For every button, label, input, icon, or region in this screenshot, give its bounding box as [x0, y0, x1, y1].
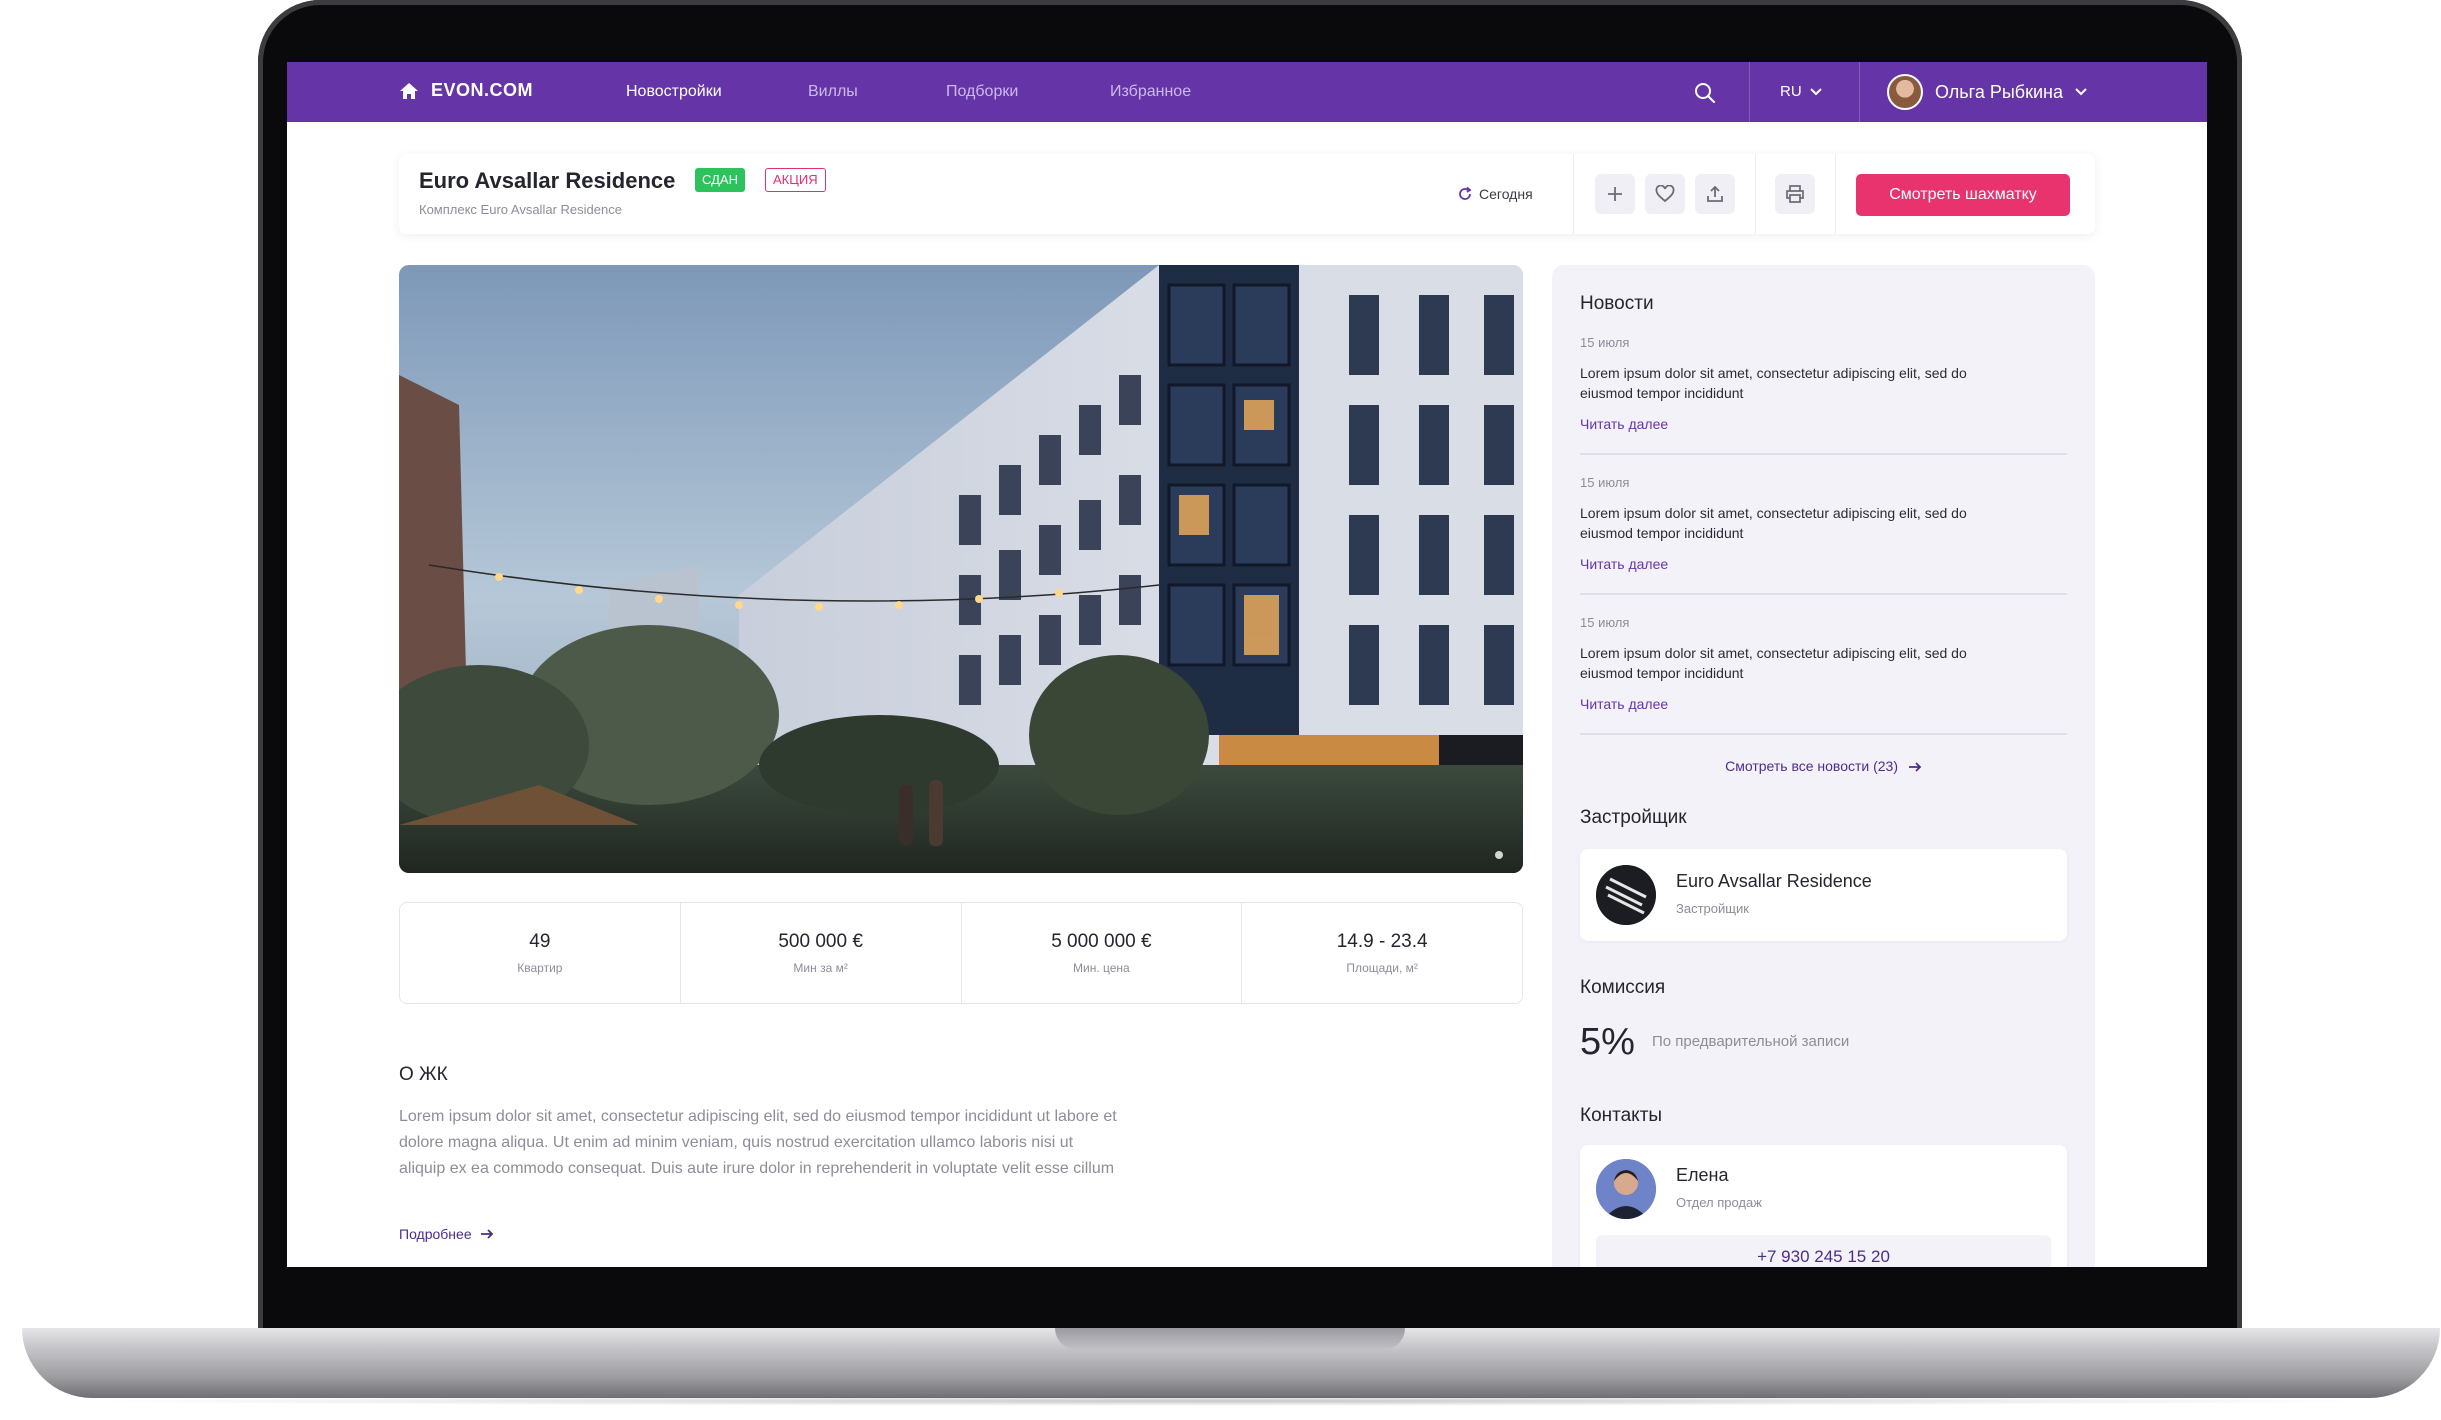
plus-icon	[1608, 187, 1622, 201]
logo[interactable]: EVON.COM	[399, 80, 533, 101]
news-date: 15 июля	[1580, 615, 1630, 630]
top-navigation: EVON.COM Новостройки Виллы Подборки Избр…	[287, 62, 2207, 122]
user-avatar	[1887, 74, 1923, 110]
commission-heading: Комиссия	[1580, 977, 1666, 998]
stat-areas: 14.9 - 23.4 Площади, м²	[1242, 903, 1522, 1003]
user-name: Ольга Рыбкина	[1935, 81, 2063, 102]
refresh-icon	[1459, 186, 1472, 200]
toolbar-divider	[1755, 154, 1756, 234]
upload-icon	[1707, 185, 1723, 202]
toolbar-divider	[1835, 154, 1836, 234]
stat-value: 5 000 000 €	[1051, 931, 1152, 952]
sidebar: Новости 15 июля Lorem ipsum dolor sit am…	[1552, 265, 2095, 1267]
about-text: Lorem ipsum dolor sit amet, consectetur …	[399, 1108, 1117, 1177]
status-badge: СДАН	[695, 168, 745, 192]
toolbar-divider	[1573, 154, 1574, 234]
favorite-button[interactable]	[1645, 174, 1685, 214]
about-heading: О ЖК	[399, 1064, 448, 1085]
developer-role: Застройщик	[1676, 901, 1749, 916]
contact-avatar	[1596, 1159, 1656, 1219]
logo-text: EVON.COM	[431, 80, 534, 100]
stat-min-price: 5 000 000 € Мин. цена	[962, 903, 1243, 1003]
stats-panel: 49 Квартир 500 000 € Мин за м² 5 000 000…	[399, 902, 1523, 1004]
news-heading: Новости	[1580, 293, 1654, 314]
developer-card[interactable]: Euro Avsallar Residence Застройщик	[1580, 849, 2067, 941]
stat-value: 500 000 €	[778, 931, 863, 952]
commission-note: По предварительной записи	[1652, 1033, 1850, 1050]
nav-divider	[1859, 62, 1860, 122]
nav-link-villas[interactable]: Виллы	[808, 83, 858, 101]
laptop-shadow	[60, 1396, 2400, 1406]
language-selector[interactable]: RU	[1780, 83, 1822, 100]
stat-label: Площади, м²	[1346, 961, 1418, 975]
share-button[interactable]	[1695, 174, 1735, 214]
news-read-more-link[interactable]: Читать далее	[1580, 416, 1668, 432]
screen: EVON.COM Новостройки Виллы Подборки Избр…	[287, 62, 2207, 1267]
news-text: Lorem ipsum dolor sit amet, consectetur …	[1580, 505, 1967, 541]
stat-label: Мин. цена	[1073, 961, 1130, 975]
complex-header: Euro Avsallar Residence СДАН АКЦИЯ Компл…	[399, 154, 2095, 234]
news-date: 15 июля	[1580, 475, 1630, 490]
user-menu[interactable]: Ольга Рыбкина	[1887, 74, 2087, 110]
update-status: Сегодня	[1457, 186, 1533, 202]
developer-logo	[1596, 865, 1656, 925]
search-icon[interactable]	[1693, 81, 1717, 105]
printer-icon	[1786, 185, 1804, 203]
stat-value: 49	[529, 931, 551, 952]
stat-apartments: 49 Квартир	[400, 903, 681, 1003]
developer-heading: Застройщик	[1580, 807, 1687, 828]
nav-divider	[1749, 62, 1750, 122]
contact-phone-button[interactable]: +7 930 245 15 20	[1596, 1235, 2051, 1267]
news-divider	[1580, 453, 2067, 455]
chevron-down-icon	[2075, 88, 2087, 96]
home-icon	[400, 82, 418, 99]
page-title: Euro Avsallar Residence	[419, 168, 676, 193]
news-divider	[1580, 733, 2067, 735]
nav-link-new-buildings[interactable]: Новостройки	[626, 83, 722, 101]
page-subtitle: Комплекс Euro Avsallar Residence	[419, 202, 622, 217]
developer-name: Euro Avsallar Residence	[1676, 871, 1872, 891]
stat-label: Мин за м²	[793, 961, 848, 975]
update-label: Сегодня	[1479, 186, 1533, 202]
news-date: 15 июля	[1580, 335, 1630, 350]
language-label: RU	[1780, 83, 1802, 100]
heart-icon	[1655, 185, 1675, 203]
arrow-right-icon	[480, 1229, 493, 1239]
print-button[interactable]	[1775, 174, 1815, 214]
contact-role: Отдел продаж	[1676, 1195, 1762, 1210]
commission-value: 5%	[1580, 1021, 1635, 1063]
news-divider	[1580, 593, 2067, 595]
contact-card: Елена Отдел продаж +7 930 245 15 20	[1580, 1145, 2067, 1267]
building-photo	[399, 265, 1523, 873]
add-button[interactable]	[1595, 174, 1635, 214]
more-link-label: Подробнее	[399, 1226, 472, 1242]
news-read-more-link[interactable]: Читать далее	[1580, 556, 1668, 572]
stat-min-price-per-m2: 500 000 € Мин за м²	[681, 903, 962, 1003]
arrow-right-icon	[1908, 762, 1922, 772]
chevron-down-icon	[1809, 87, 1822, 95]
nav-link-collections[interactable]: Подборки	[946, 83, 1018, 101]
promo-badge: АКЦИЯ	[765, 168, 826, 192]
nav-link-favorites[interactable]: Избранное	[1110, 83, 1191, 101]
laptop-notch	[1055, 1328, 1405, 1350]
hero-image[interactable]	[399, 265, 1523, 873]
stat-label: Квартир	[517, 961, 563, 975]
contact-name: Елена	[1676, 1165, 1729, 1185]
more-link[interactable]: Подробнее	[399, 1226, 494, 1242]
news-read-more-link[interactable]: Читать далее	[1580, 696, 1668, 712]
news-text: Lorem ipsum dolor sit amet, consectetur …	[1580, 645, 1967, 681]
news-text: Lorem ipsum dolor sit amet, consectetur …	[1580, 365, 1967, 401]
all-news-label: Смотреть все новости (23)	[1725, 758, 1898, 774]
contacts-heading: Контакты	[1580, 1105, 1663, 1126]
view-chessboard-button[interactable]: Смотреть шахматку	[1856, 174, 2070, 216]
stat-value: 14.9 - 23.4	[1336, 931, 1428, 952]
all-news-link[interactable]: Смотреть все новости (23)	[1552, 758, 2095, 774]
